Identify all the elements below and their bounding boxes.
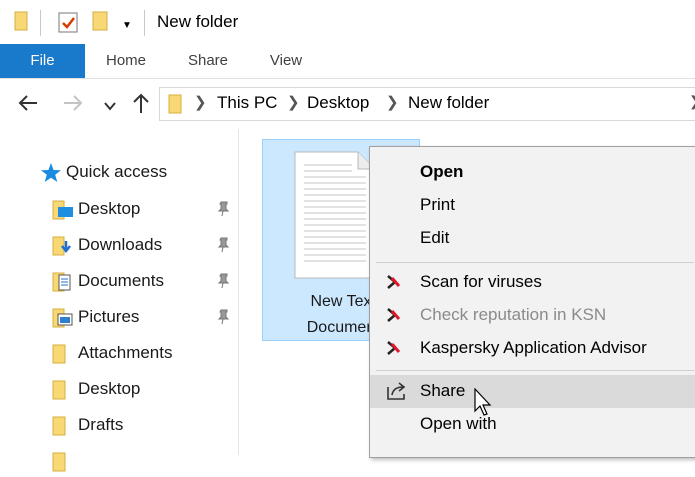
breadcrumb-new-folder[interactable]: New folder [408,93,489,113]
forward-arrow-icon[interactable] [62,92,84,120]
menu-item-label: Scan for viruses [420,272,542,291]
navigation-bar: ❯ This PC ❯ Desktop ❯ New folder ❯ [0,79,695,129]
address-dropdown-icon[interactable]: ❯ [689,93,695,110]
recent-locations-chevron-icon[interactable] [104,96,116,120]
nav-item-label: Documents [78,271,164,290]
window-title: New folder [157,12,239,31]
star-icon [40,162,62,189]
address-bar[interactable]: ❯ This PC ❯ Desktop ❯ New folder ❯ [159,87,695,121]
pin-icon[interactable] [216,201,230,222]
tab-home[interactable]: Home [93,44,159,78]
folder-icon [52,380,66,405]
desktop-folder-icon [52,200,74,225]
folder-icon [52,416,66,441]
pin-icon[interactable] [216,309,230,330]
breadcrumb-chevron-icon[interactable]: ❯ [194,93,207,111]
new-folder-icon[interactable] [92,11,108,36]
nav-item-partial[interactable] [52,446,242,476]
menu-item-label: Kaspersky Application Advisor [420,338,647,357]
nav-item-label: Pictures [78,307,140,326]
nav-item-documents[interactable]: Documents [52,266,242,296]
nav-item-label: Desktop [78,379,141,398]
breadcrumb-this-pc[interactable]: This PC [217,93,277,113]
nav-item-pictures[interactable]: Pictures [52,302,242,332]
title-bar: ▼ New folder [0,0,695,44]
menu-item-scan-for-viruses[interactable]: Scan for viruses [370,266,695,299]
context-menu: Open Print Edit Scan for viruses Check r… [369,146,695,458]
documents-folder-icon [52,272,74,297]
toolbar-divider [40,10,41,36]
pin-icon[interactable] [216,273,230,294]
menu-item-print[interactable]: Print [370,189,695,222]
nav-item-label: Attachments [78,343,173,362]
nav-item-label: Desktop [78,199,141,218]
menu-separator [376,370,694,371]
tab-share[interactable]: Share [176,44,240,78]
menu-separator [376,262,694,263]
menu-item-check-reputation[interactable]: Check reputation in KSN [370,299,695,332]
mouse-cursor-icon [474,387,494,423]
menu-item-share[interactable]: Share [370,375,695,408]
pin-icon[interactable] [216,237,230,258]
quick-access-label: Quick access [66,162,168,181]
breadcrumb-chevron-icon[interactable]: ❯ [287,93,300,111]
toolbar-divider [144,10,145,36]
text-document-icon[interactable] [294,151,376,284]
up-arrow-icon[interactable] [131,92,151,120]
share-icon [386,381,408,406]
kaspersky-icon [386,275,402,294]
menu-item-label: Edit [420,228,450,247]
menu-item-label: Print [420,195,455,214]
downloads-folder-icon [52,236,74,261]
menu-item-open[interactable]: Open [370,156,695,189]
nav-item-desktop-folder[interactable]: Desktop [52,374,242,404]
pane-divider [238,129,239,455]
nav-item-drafts[interactable]: Drafts [52,410,242,440]
breadcrumb-desktop[interactable]: Desktop [307,93,369,113]
menu-item-kaspersky-advisor[interactable]: Kaspersky Application Advisor [370,332,695,365]
back-arrow-icon[interactable] [17,92,39,120]
tab-file[interactable]: File [0,44,85,78]
folder-icon[interactable] [14,11,28,36]
menu-item-label: Open [420,162,464,181]
pictures-folder-icon [52,308,74,333]
kaspersky-icon [386,341,402,360]
menu-item-label: Check reputation in KSN [420,305,607,324]
nav-item-label: Drafts [78,415,124,434]
folder-icon [52,344,66,369]
properties-icon[interactable] [58,11,78,38]
customize-dropdown-icon[interactable]: ▼ [122,20,132,31]
menu-item-label: Share [420,381,466,400]
nav-item-desktop[interactable]: Desktop [52,194,242,224]
breadcrumb-chevron-icon[interactable]: ❯ [386,93,399,111]
menu-item-open-with[interactable]: Open with [370,408,695,441]
nav-item-downloads[interactable]: Downloads [52,230,242,260]
ribbon-tabs: File Home Share View [0,44,695,79]
nav-item-attachments[interactable]: Attachments [52,338,242,368]
folder-icon [168,94,182,119]
kaspersky-icon [386,308,402,327]
menu-item-edit[interactable]: Edit [370,222,695,255]
tab-view[interactable]: View [257,44,315,78]
nav-item-label: Downloads [78,235,163,254]
folder-icon [52,452,66,477]
